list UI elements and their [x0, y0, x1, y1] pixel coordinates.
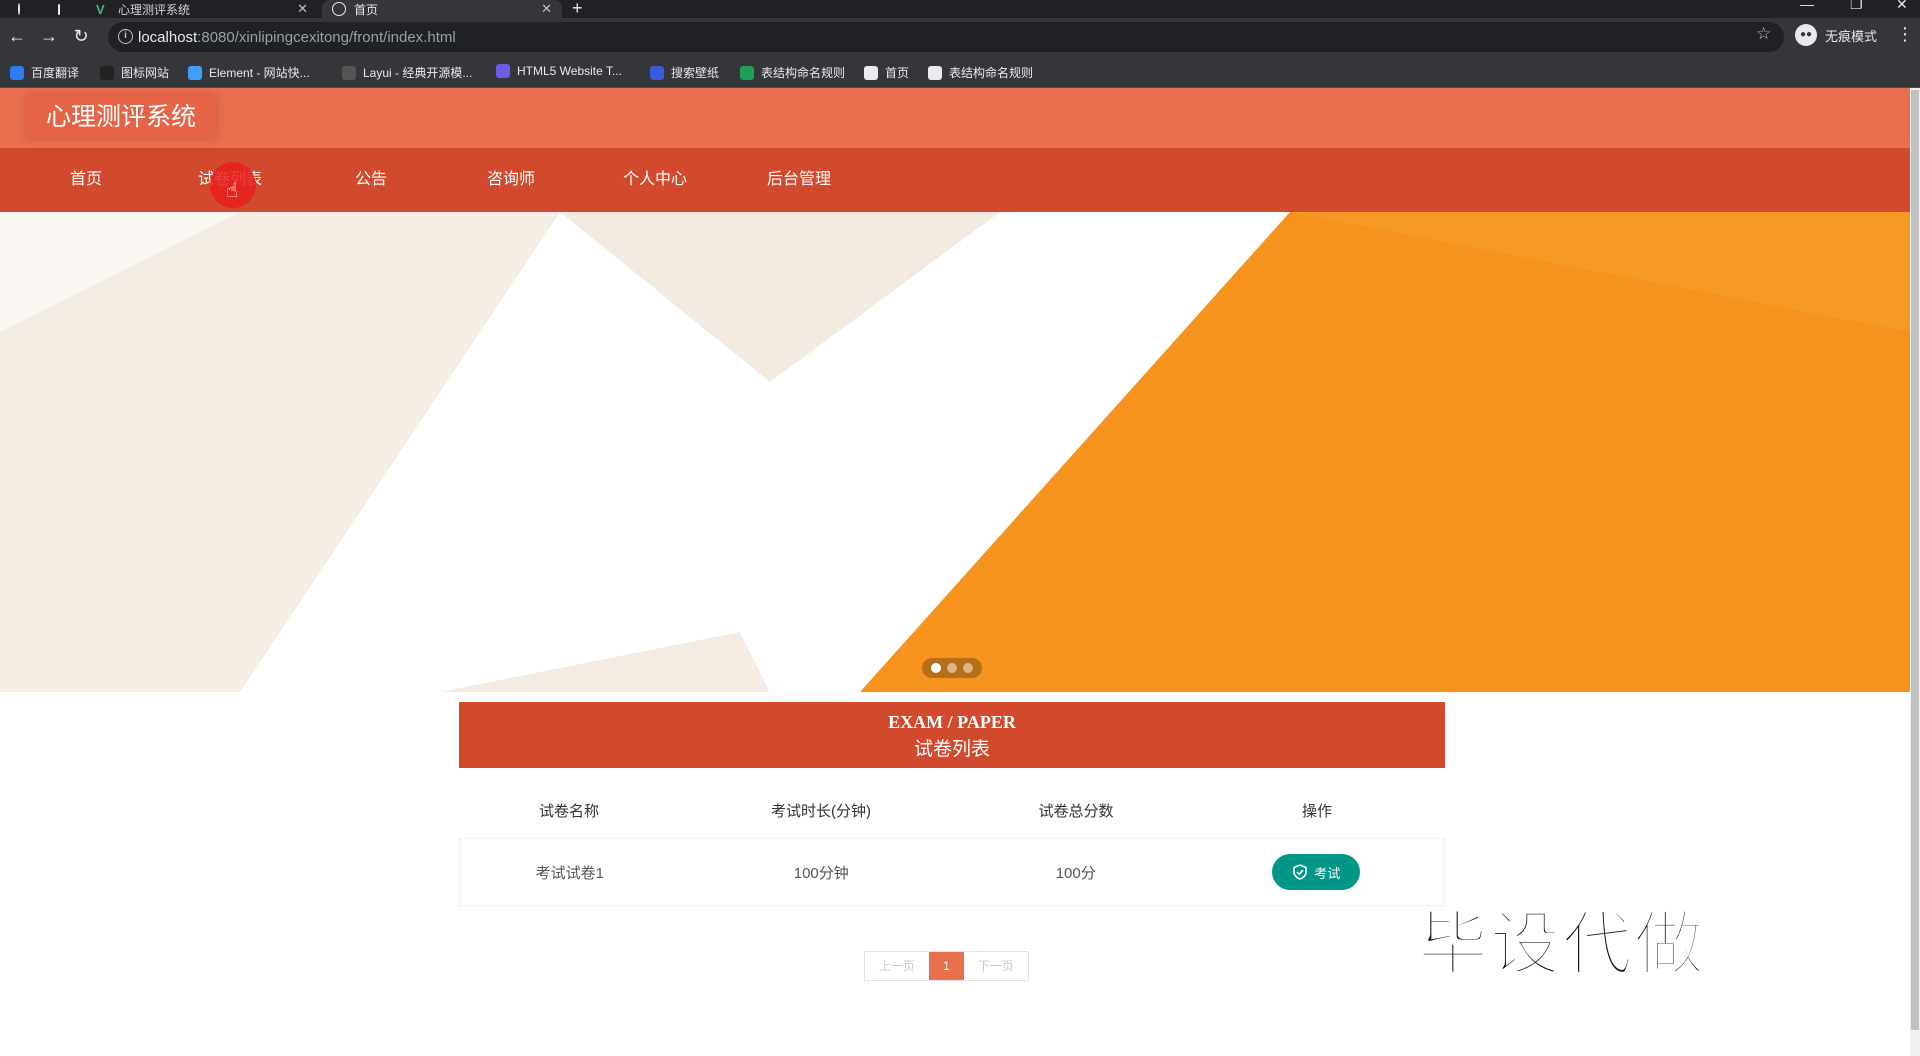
pagination: 上一页 1 下一页 [864, 951, 1029, 981]
close-icon[interactable]: ✕ [541, 1, 552, 17]
shield-check-icon [1293, 864, 1307, 880]
carousel-dot-1[interactable] [931, 663, 941, 673]
globe-icon [332, 2, 346, 16]
bookmark-item[interactable]: 百度翻译 [10, 64, 79, 81]
baidu-translate-icon [10, 65, 24, 80]
bookmark-label: 图标网站 [121, 66, 170, 80]
carousel-dot-2[interactable] [947, 663, 957, 673]
reload-icon[interactable]: ↻ [70, 26, 92, 48]
page-1-button[interactable]: 1 [929, 952, 964, 980]
window-close-icon[interactable]: ✕ [1896, 0, 1908, 13]
close-icon[interactable]: ✕ [297, 1, 308, 17]
bookmark-label: 表结构命名规则 [761, 66, 846, 80]
column-header-name: 试卷名称 [538, 802, 599, 820]
bookmark-item[interactable]: 图标网站 [100, 64, 169, 81]
bookmark-item[interactable]: HTML5 Website T... [496, 64, 622, 78]
restore-icon[interactable]: ❐ [1850, 0, 1863, 13]
next-page-button[interactable]: 下一页 [963, 952, 1028, 980]
page-scrollbar[interactable] [1910, 88, 1920, 1056]
banner-image [0, 212, 1910, 692]
nav-home[interactable]: 首页 [16, 164, 156, 196]
carousel-indicator [922, 658, 982, 678]
bookmark-label: HTML5 Website T... [517, 64, 622, 78]
site-info-icon[interactable]: i [118, 29, 133, 44]
scrollbar-thumb[interactable] [1911, 90, 1919, 1030]
globe-icon [864, 65, 878, 80]
bookmarks-bar: 百度翻译 图标网站 Element - 网站快... Layui - 经典开源模...… [0, 56, 1920, 88]
bookmark-item[interactable]: 搜索壁纸 [650, 64, 719, 81]
bookmark-item[interactable]: Element - 网站快... [188, 64, 310, 81]
site-header: 心理测评系统 [0, 88, 1910, 148]
tab-title: 首页 [354, 2, 379, 17]
bookmark-star-icon[interactable]: ☆ [1756, 24, 1771, 44]
nav-counselor[interactable]: 咨询师 [441, 164, 581, 196]
nav-notice[interactable]: 公告 [301, 164, 441, 196]
bookmark-item[interactable]: 表结构命名规则 [928, 64, 1033, 81]
column-header-score: 试卷总分数 [1038, 802, 1114, 820]
column-header-action: 操作 [1301, 802, 1332, 820]
vue-icon: V [96, 2, 105, 17]
incognito-icon: ●● [1795, 24, 1817, 46]
incognito-label: 无痕模式 [1825, 28, 1878, 44]
globe-icon [928, 65, 942, 80]
column-header-duration: 考试时长(分钟) [771, 802, 871, 820]
element-icon [188, 65, 202, 80]
browser-page-icon [48, 0, 78, 18]
incognito-profile[interactable]: ●● 无痕模式 [1795, 24, 1877, 46]
bookmark-label: Layui - 经典开源模... [363, 66, 473, 80]
browser-tab-0[interactable]: V 心理测评系统 ✕ [86, 0, 318, 18]
address-url: localhost:8080/xinlipingcexitong/front/i… [138, 29, 456, 46]
exam-section-title: EXAM / PAPER 试卷列表 [459, 702, 1445, 768]
browser-toolbar: ← → ↻ i localhost:8080/xinlipingcexitong… [0, 18, 1920, 56]
table-header: 试卷名称 考试时长(分钟) 试卷总分数 操作 [459, 788, 1445, 832]
minimize-icon[interactable]: — [1800, 0, 1814, 12]
nav-admin[interactable]: 后台管理 [729, 164, 869, 196]
bookmark-item[interactable]: Layui - 经典开源模... [342, 64, 472, 81]
exam-title-en: EXAM / PAPER [888, 712, 1016, 732]
table-row[interactable]: 考试试卷1 100分钟 100分 考试 [459, 838, 1445, 906]
bookmark-label: 搜索壁纸 [671, 66, 720, 80]
browser-tabstrip: V 心理测评系统 ✕ 首页 ✕ + — ❐ ✕ [0, 0, 1920, 18]
address-path: :8080/xinlipingcexitong/front/index.html [197, 29, 456, 46]
html5-icon [496, 64, 510, 78]
new-tab-icon[interactable]: + [572, 0, 583, 19]
bookmark-label: 表结构命名规则 [949, 66, 1034, 80]
exam-table: 试卷名称 考试时长(分钟) 试卷总分数 操作 考试试卷1 100分钟 100分 … [459, 788, 1445, 906]
back-icon[interactable]: ← [6, 26, 28, 48]
nav-personal-center[interactable]: 个人中心 [585, 164, 725, 196]
document-icon [58, 3, 60, 15]
bookmark-label: 首页 [885, 66, 910, 80]
menu-icon[interactable]: ⋮ [1896, 24, 1914, 45]
banner-carousel[interactable] [0, 212, 1910, 692]
wallpaper-icon [650, 65, 664, 80]
layui-icon [342, 65, 356, 80]
exam-name: 考试试卷1 [535, 864, 604, 882]
watermark-text: 毕设代做 [1417, 904, 1706, 984]
page: 心理测评系统 首页 试卷列表 公告 咨询师 个人中心 后台管理 ☝ EXAM /… [0, 88, 1910, 1056]
hand-cursor-icon: ☝ [226, 180, 239, 202]
start-exam-button[interactable]: 考试 [1272, 854, 1361, 890]
flag-icon [100, 65, 114, 80]
bookmark-label: 百度翻译 [31, 66, 80, 80]
exam-action-cell: 考试 [1189, 854, 1444, 890]
exam-title-cn: 试卷列表 [913, 739, 990, 760]
bookmark-item[interactable]: 首页 [864, 64, 909, 81]
carousel-dot-3[interactable] [963, 663, 973, 673]
exam-score: 100分 [1055, 864, 1096, 882]
sheet-icon [740, 65, 754, 80]
exam-duration: 100分钟 [793, 864, 849, 882]
site-nav: 首页 试卷列表 公告 咨询师 个人中心 后台管理 [0, 148, 1910, 212]
globe-icon [18, 3, 20, 15]
bookmark-item[interactable]: 表结构命名规则 [740, 64, 845, 81]
address-host: localhost [138, 29, 198, 46]
browser-app-icon [8, 0, 38, 18]
prev-page-button[interactable]: 上一页 [865, 952, 930, 980]
forward-icon[interactable]: → [38, 26, 60, 48]
bookmark-label: Element - 网站快... [209, 66, 310, 80]
browser-tab-1[interactable]: 首页 ✕ [322, 0, 562, 18]
start-exam-label: 考试 [1314, 865, 1341, 881]
site-logo[interactable]: 心理测评系统 [26, 96, 217, 138]
address-bar[interactable]: i localhost:8080/xinlipingcexitong/front… [108, 22, 1784, 52]
tab-title: 心理测评系统 [118, 2, 191, 17]
